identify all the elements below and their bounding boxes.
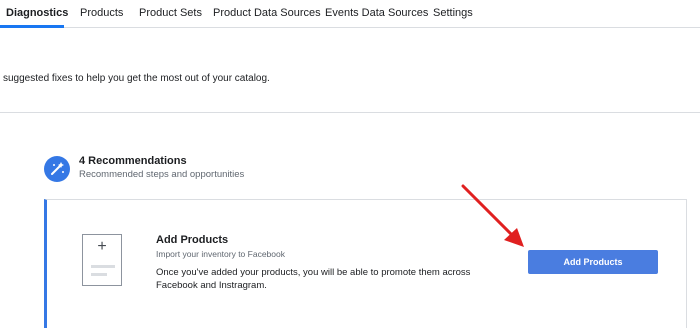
tab-diagnostics[interactable]: Diagnostics	[6, 7, 68, 19]
placeholder-line	[91, 273, 107, 276]
active-tab-indicator	[0, 25, 64, 28]
plus-icon: +	[97, 238, 107, 255]
tab-product-data-sources[interactable]: Product Data Sources	[213, 7, 321, 19]
card-title: Add Products	[156, 234, 229, 246]
recommendations-title: 4 Recommendations	[79, 155, 187, 167]
top-nav: Diagnostics Products Product Sets Produc…	[0, 0, 700, 28]
card-description: Once you've added your products, you wil…	[156, 267, 471, 291]
recommendations-subtitle: Recommended steps and opportunities	[79, 169, 245, 180]
add-products-button[interactable]: Add Products	[528, 250, 658, 274]
tab-settings[interactable]: Settings	[433, 7, 473, 19]
magic-wand-icon	[44, 156, 70, 182]
product-thumbnail: +	[82, 234, 122, 286]
tab-products[interactable]: Products	[80, 7, 123, 19]
placeholder-line	[91, 265, 115, 268]
divider	[0, 112, 700, 113]
tab-events-data-sources[interactable]: Events Data Sources	[325, 7, 428, 19]
tab-product-sets[interactable]: Product Sets	[139, 7, 202, 19]
intro-text: suggested fixes to help you get the most…	[3, 73, 270, 84]
card-subtitle: Import your inventory to Facebook	[156, 249, 285, 259]
